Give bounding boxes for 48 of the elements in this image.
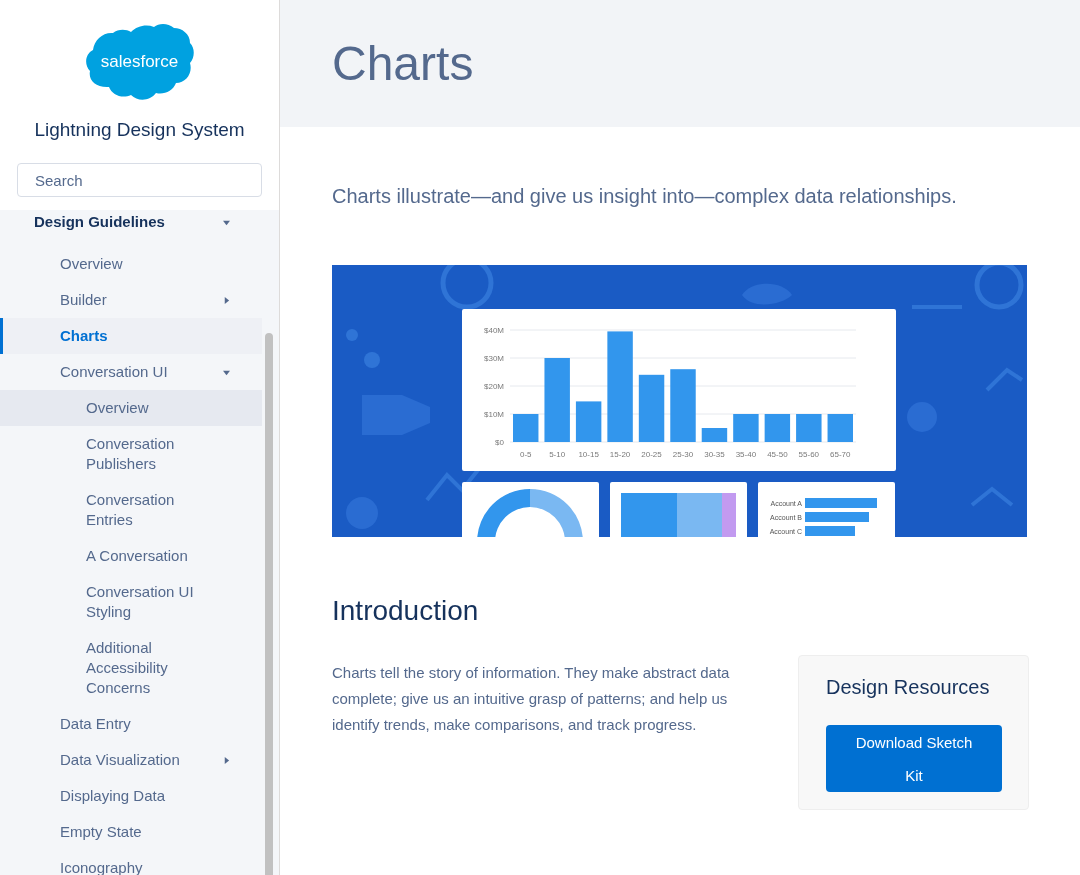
category-label: 65-70 [830,450,851,459]
caret-icon[interactable] [223,218,231,226]
search-field[interactable]: Search [17,163,262,197]
lead-text: Charts illustrate—and give us insight into—complex data relationships. [332,185,958,208]
category-label: 5-10 [549,450,566,459]
category-label: 20-25 [641,450,662,459]
page-title: Charts [332,36,474,91]
nav-item[interactable]: Conversation UI Styling [0,574,263,630]
category-label: 30-35 [704,450,725,459]
nav-item[interactable]: Conversation Entries [0,482,263,538]
nav-item[interactable]: Overview [0,246,263,282]
axis-tick-label: $10M [484,410,504,419]
nav-item[interactable]: Overview [0,390,263,426]
caret-icon[interactable] [223,296,231,304]
card-title: Design Resources [826,676,991,699]
caret-icon[interactable] [223,368,231,376]
category-label: 45-50 [767,450,788,459]
nav-item[interactable]: Displaying Data [0,778,263,814]
axis-tick-label: $40M [484,326,504,335]
download-button[interactable]: Download Sketch Kit [826,725,1002,792]
salesforce-logo[interactable]: salesforce [85,24,194,100]
axis-tick-label: $30M [484,354,504,363]
nav-item[interactable]: Data Entry [0,706,263,742]
nav-item[interactable]: Charts [0,318,263,354]
nav-item[interactable]: Builder [0,282,263,318]
scrollbar-thumb[interactable] [265,333,274,875]
nav-item[interactable]: A Conversation [0,538,263,574]
category-label: 35-40 [735,450,757,459]
bar [805,526,855,536]
site-title: Lightning Design System [34,119,245,141]
nav-item[interactable]: Data Visualization [0,742,263,778]
nav-item[interactable]: Design Guidelines [0,210,263,246]
category-label: 10-15 [578,450,599,459]
category-label: 25-30 [672,450,694,459]
caret-icon[interactable] [223,756,231,764]
bar [805,498,877,508]
section-heading: Introduction [332,595,480,627]
nav-item[interactable]: Additional Accessibility Concerns [0,630,263,706]
category-label: 0-5 [519,450,532,459]
axis-tick-label: $0 [495,438,504,447]
category-label: 55-60 [798,450,820,459]
nav-item[interactable]: Conversation Publishers [0,426,263,482]
intro-paragraph: Charts tell the story of information. They make abstract data complete; give us an intuitive grasp of patterns; and help us identify trends, make comparisons, and track progress. [332,663,731,735]
nav-item[interactable]: Conversation UI [0,354,263,390]
axis-tick-label: $20M [484,382,504,391]
nav-item[interactable]: Empty State [0,814,263,850]
bar [805,512,869,522]
category-label: 15-20 [609,450,631,459]
